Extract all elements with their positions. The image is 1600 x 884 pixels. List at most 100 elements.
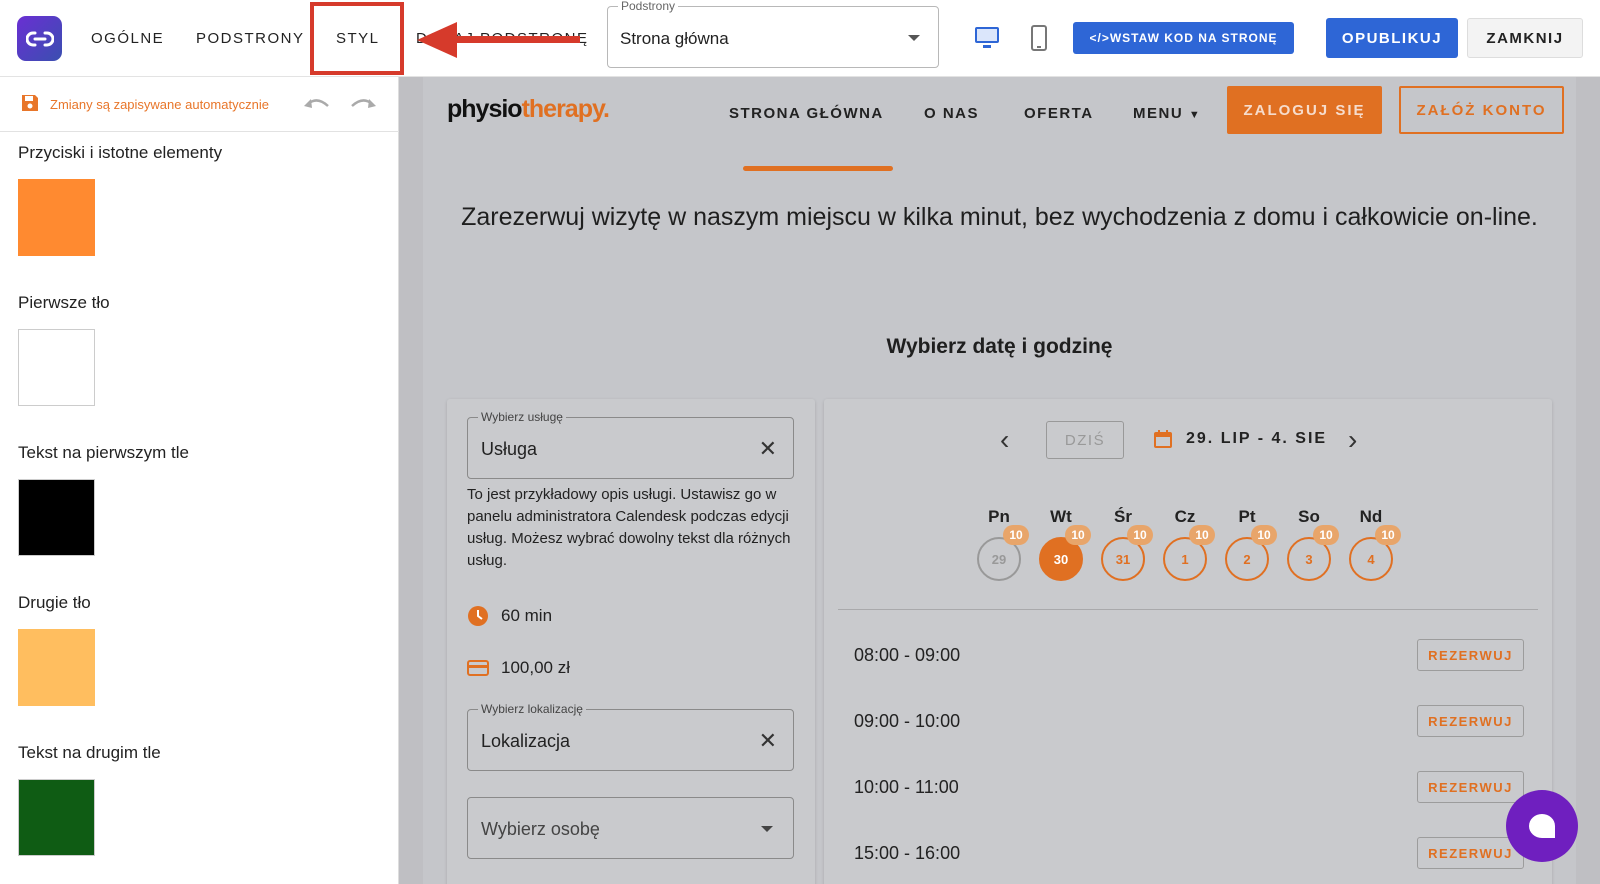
day-circle[interactable]: 31 10 — [1101, 525, 1153, 581]
chevron-left-icon[interactable]: ‹ — [1000, 424, 1009, 456]
clock-icon — [468, 606, 488, 626]
book-button[interactable]: REZERWUJ — [1417, 771, 1524, 803]
day-column[interactable]: Nd 4 10 — [1346, 507, 1401, 581]
day-circle[interactable]: 29 10 — [977, 525, 1029, 581]
site-preview: physiotherapy. STRONA GŁÓWNA O NAS OFERT… — [399, 77, 1600, 884]
day-number: 3 — [1305, 551, 1313, 567]
day-number: 4 — [1367, 551, 1375, 567]
location-select[interactable]: Wybierz lokalizację Lokalizacja ✕ — [467, 702, 794, 771]
preview-page: physiotherapy. STRONA GŁÓWNA O NAS OFERT… — [423, 77, 1576, 884]
day-number: 30 — [1053, 551, 1069, 567]
chevron-down-icon — [908, 35, 920, 41]
subpages-value: Strona główna — [620, 29, 729, 48]
login-button[interactable]: ZALOGUJ SIĘ — [1227, 86, 1382, 134]
tab-subpages[interactable]: PODSTRONY — [196, 0, 305, 77]
time-slot: 10:00 - 11:00 — [854, 776, 959, 797]
day-name: So — [1298, 507, 1320, 526]
price-text: 100,00 zł — [501, 658, 570, 677]
day-column[interactable]: Śr 31 10 — [1098, 507, 1153, 581]
close-button[interactable]: ZAMKNIJ — [1467, 18, 1583, 58]
chevron-right-icon[interactable]: › — [1348, 424, 1357, 456]
day-column[interactable]: Pt 2 10 — [1222, 507, 1277, 581]
publish-button[interactable]: OPUBLIKUJ — [1326, 18, 1458, 58]
color-swatch-second-background[interactable] — [18, 629, 95, 706]
register-button[interactable]: ZAŁÓŻ KONTO — [1399, 86, 1564, 134]
availability-badge: 10 — [1313, 525, 1339, 545]
availability-badge: 10 — [1065, 525, 1091, 545]
day-column[interactable]: So 3 10 — [1284, 507, 1339, 581]
color-label: Przyciski i istotne elementy — [18, 143, 223, 162]
nav-home[interactable]: STRONA GŁÓWNA — [729, 105, 884, 122]
credit-card-icon — [467, 660, 489, 676]
service-value: Usługa — [481, 439, 538, 459]
color-setting-buttons: Przyciski i istotne elementy — [18, 143, 222, 256]
person-placeholder: Wybierz osobę — [481, 819, 600, 839]
day-circle[interactable]: 4 10 — [1349, 525, 1401, 581]
day-name: Cz — [1174, 507, 1196, 526]
subpages-select[interactable]: Podstrony Strona główna — [607, 0, 939, 68]
book-button[interactable]: REZERWUJ — [1417, 837, 1524, 869]
tab-general[interactable]: OGÓLNE — [91, 0, 164, 77]
location-value: Lokalizacja — [481, 731, 571, 751]
section-title: Wybierz datę i godzinę — [886, 335, 1113, 358]
time-slot-row: 08:00 - 09:00 REZERWUJ — [854, 637, 1524, 673]
undo-icon[interactable] — [304, 96, 330, 112]
availability-badge: 10 — [1189, 525, 1215, 545]
redo-icon[interactable] — [350, 96, 376, 112]
day-column[interactable]: Cz 1 10 — [1160, 507, 1215, 581]
today-button[interactable]: DZIŚ — [1046, 421, 1124, 459]
day-name: Pt — [1238, 507, 1256, 526]
service-card: Wybierz usługę Usługa ✕ To jest przykład… — [447, 399, 815, 884]
day-column[interactable]: Wt 30 10 — [1036, 507, 1091, 581]
clear-icon[interactable]: ✕ — [759, 728, 777, 754]
autosave-bar: Zmiany są zapisywane automatycznie — [0, 77, 399, 132]
time-slot: 08:00 - 09:00 — [854, 644, 961, 665]
style-tab-highlight — [310, 2, 404, 75]
color-setting-first-background: Pierwsze tło — [18, 293, 110, 406]
color-swatch-first-text[interactable] — [18, 479, 95, 556]
color-label: Pierwsze tło — [18, 293, 110, 312]
day-number: 1 — [1181, 551, 1189, 567]
time-slot-row: 10:00 - 11:00 REZERWUJ — [854, 769, 1524, 805]
time-slot: 09:00 - 10:00 — [854, 710, 961, 731]
chat-button[interactable] — [1506, 790, 1578, 862]
person-select[interactable]: Wybierz osobę — [467, 797, 794, 859]
day-name: Nd — [1359, 507, 1383, 526]
embed-code-button[interactable]: </>WSTAW KOD NA STRONĘ — [1073, 22, 1294, 54]
color-label: Drugie tło — [18, 593, 91, 612]
color-swatch-second-text[interactable] — [18, 779, 95, 856]
arrow-left-icon — [417, 22, 580, 58]
save-icon — [22, 95, 38, 111]
nav-about[interactable]: O NAS — [924, 105, 979, 122]
top-bar: OGÓLNE PODSTRONY STYL DODAJ PODSTRONĘ Po… — [0, 0, 1600, 77]
brand-therapy: therapy. — [521, 95, 610, 123]
availability-badge: 10 — [1251, 525, 1277, 545]
duration-row: 60 min — [467, 605, 552, 627]
desktop-icon[interactable] — [974, 26, 1000, 50]
service-description: To jest przykładowy opis usługi. Ustawis… — [467, 486, 791, 569]
day-column[interactable]: Pn 29 10 — [974, 507, 1029, 581]
link-icon — [25, 31, 54, 46]
color-swatch-buttons[interactable] — [18, 179, 95, 256]
price-row: 100,00 zł — [467, 657, 570, 679]
day-circle-selected[interactable]: 30 10 — [1039, 525, 1091, 581]
nav-menu[interactable]: MENU ▼ — [1133, 105, 1201, 122]
time-slot-row: 09:00 - 10:00 REZERWUJ — [854, 703, 1524, 739]
nav-offer[interactable]: OFERTA — [1024, 105, 1094, 122]
day-circle[interactable]: 1 10 — [1163, 525, 1215, 581]
day-circle[interactable]: 3 10 — [1287, 525, 1339, 581]
mobile-icon[interactable] — [1031, 25, 1047, 51]
book-button[interactable]: REZERWUJ — [1417, 639, 1524, 671]
day-circle[interactable]: 2 10 — [1225, 525, 1277, 581]
clear-icon[interactable]: ✕ — [759, 436, 777, 462]
color-setting-first-text: Tekst na pierwszym tle — [18, 443, 189, 556]
color-swatch-first-background[interactable] — [18, 329, 95, 406]
duration-text: 60 min — [501, 606, 553, 625]
nav-menu-label: MENU — [1133, 105, 1184, 122]
book-button[interactable]: REZERWUJ — [1417, 705, 1524, 737]
autosave-text: Zmiany są zapisywane automatycznie — [50, 97, 269, 112]
app-logo[interactable] — [17, 16, 62, 61]
calendar-card: ‹ DZIŚ 29. LIP - 4. SIE › Pn 29 10 Wt 30 1… — [824, 399, 1552, 884]
service-select[interactable]: Wybierz usługę Usługa ✕ — [467, 410, 794, 479]
brand-logo[interactable]: physiotherapy. — [447, 95, 610, 124]
